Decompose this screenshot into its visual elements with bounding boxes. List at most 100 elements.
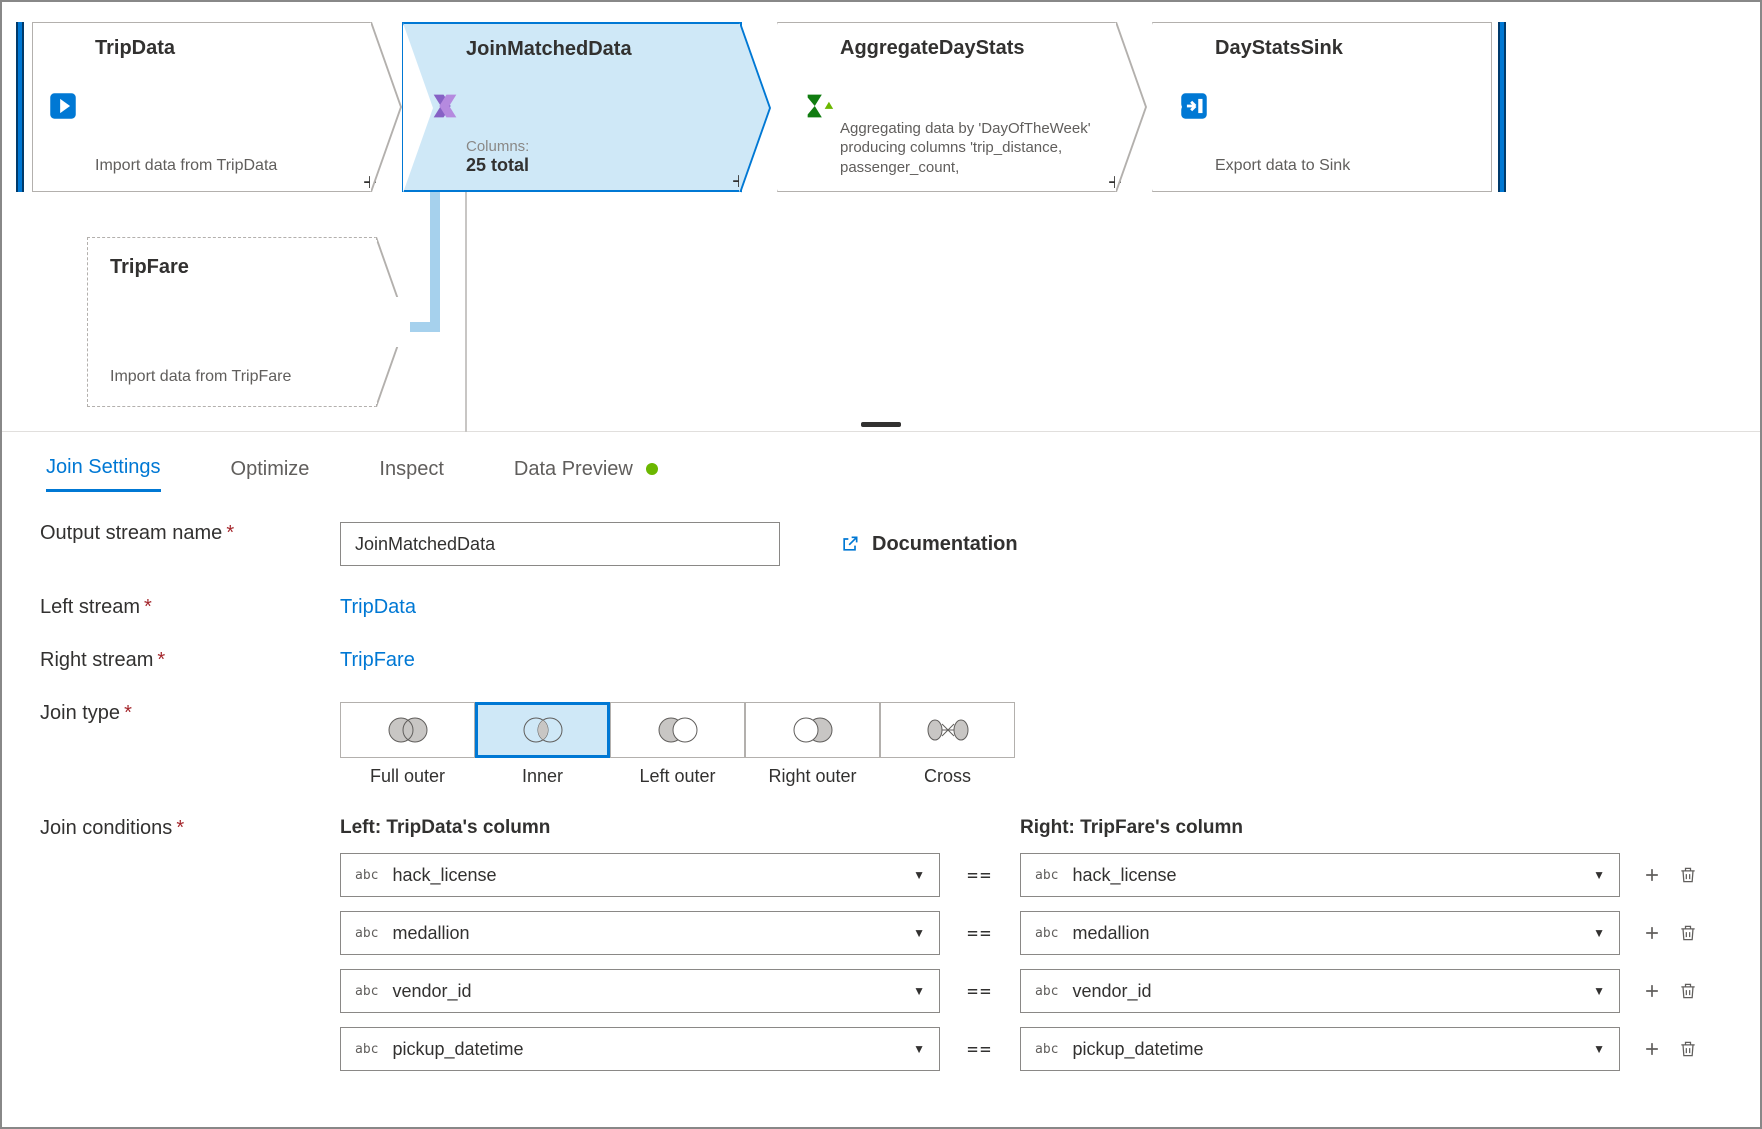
left-column-select[interactable]: abc hack_license▼ [340, 853, 940, 897]
external-link-icon [840, 534, 860, 554]
chevron-down-icon: ▼ [1593, 984, 1605, 998]
join-type-label: Join type* [40, 702, 340, 725]
join-type-label-text: Full outer [340, 766, 475, 787]
columns-label: Columns: [466, 138, 722, 155]
column-name: pickup_datetime [1072, 1039, 1593, 1060]
chevron-down-icon: ▼ [1593, 868, 1605, 882]
column-name: vendor_id [1072, 981, 1593, 1002]
right-stream-link[interactable]: TripFare [340, 649, 415, 671]
chevron-down-icon: ▼ [913, 984, 925, 998]
column-name: vendor_id [392, 981, 913, 1002]
type-chip: abc [1035, 1042, 1058, 1057]
join-icon [428, 89, 462, 126]
source-icon [46, 89, 80, 126]
node-desc: Export data to Sink [1215, 156, 1473, 177]
node-desc: Import data from TripFare [110, 367, 354, 388]
right-column-select[interactable]: abc vendor_id▼ [1020, 969, 1620, 1013]
end-handle[interactable] [1498, 22, 1506, 192]
chevron-down-icon: ▼ [913, 868, 925, 882]
status-dot-icon [646, 463, 658, 475]
right-column-select[interactable]: abc hack_license▼ [1020, 853, 1620, 897]
tab-label: Data Preview [514, 458, 633, 480]
type-chip: abc [355, 926, 378, 941]
trash-icon[interactable] [1678, 1039, 1698, 1059]
join-settings-form: Output stream name* Documentation Left s… [22, 492, 1740, 1085]
right-column-select[interactable]: abc pickup_datetime▼ [1020, 1027, 1620, 1071]
node-joinmatcheddata[interactable]: JoinMatchedData Columns: 25 total + [402, 22, 742, 192]
right-column-header: Right: TripFare's column [1020, 817, 1620, 839]
join-type-right-outer[interactable] [745, 702, 880, 758]
node-desc: Import data from TripData [95, 156, 353, 177]
venn-full-icon [383, 715, 433, 745]
node-title: TripData [95, 37, 353, 60]
panel-resize-handle[interactable] [861, 422, 901, 427]
type-chip: abc [1035, 926, 1058, 941]
node-title: JoinMatchedData [466, 38, 722, 61]
operator: == [940, 981, 1020, 1002]
join-type-label-text: Inner [475, 766, 610, 787]
right-stream-label: Right stream* [40, 649, 340, 672]
tab-data-preview[interactable]: Data Preview [514, 458, 659, 491]
venn-cross-icon [923, 715, 973, 745]
left-column-select[interactable]: abc medallion▼ [340, 911, 940, 955]
output-stream-label: Output stream name* [40, 522, 340, 545]
column-name: hack_license [392, 865, 913, 886]
add-icon[interactable] [1642, 865, 1662, 885]
tab-inspect[interactable]: Inspect [379, 458, 443, 491]
join-type-label-text: Left outer [610, 766, 745, 787]
venn-inner-icon [518, 715, 568, 745]
node-desc: Aggregating data by 'DayOfTheWeek' produ… [840, 119, 1098, 178]
join-condition-row: abcpickup_datetime▼==abcpickup_datetime▼ [340, 1027, 1722, 1071]
tab-join-settings[interactable]: Join Settings [46, 456, 161, 492]
type-chip: abc [1035, 868, 1058, 883]
join-type-inner[interactable] [475, 702, 610, 758]
join-type-label-text: Right outer [745, 766, 880, 787]
columns-value: 25 total [466, 155, 722, 176]
join-type-cross[interactable] [880, 702, 1015, 758]
aggregate-icon [802, 89, 836, 126]
panel-tabs: Join Settings Optimize Inspect Data Prev… [22, 432, 1740, 492]
join-type-group: Full outer Inner [340, 702, 1722, 787]
left-stream-link[interactable]: TripData [340, 596, 416, 618]
join-condition-row: abchack_license▼==abchack_license▼ [340, 853, 1722, 897]
operator: == [940, 865, 1020, 886]
join-condition-row: abcmedallion▼==abcmedallion▼ [340, 911, 1722, 955]
column-name: medallion [392, 923, 913, 944]
documentation-link[interactable]: Documentation [840, 533, 1018, 556]
join-type-left-outer[interactable] [610, 702, 745, 758]
node-tripdata[interactable]: TripData Import data from TripData + [32, 22, 372, 192]
node-daystatssink[interactable]: DayStatsSink Export data to Sink [1152, 22, 1492, 192]
left-column-select[interactable]: abcpickup_datetime▼ [340, 1027, 940, 1071]
venn-left-icon [653, 715, 703, 745]
dataflow-canvas: TripData Import data from TripData + Joi… [2, 2, 1760, 432]
chevron-down-icon: ▼ [1593, 926, 1605, 940]
chevron-down-icon: ▼ [913, 926, 925, 940]
type-chip: abc [355, 868, 378, 883]
left-column-select[interactable]: abcvendor_id▼ [340, 969, 940, 1013]
output-stream-input[interactable] [340, 522, 780, 566]
join-conditions-label: Join conditions* [40, 817, 340, 840]
node-title: DayStatsSink [1215, 37, 1473, 60]
start-handle[interactable] [16, 22, 24, 192]
trash-icon[interactable] [1678, 981, 1698, 1001]
details-panel: Join Settings Optimize Inspect Data Prev… [2, 432, 1760, 1085]
chevron-down-icon: ▼ [1593, 1042, 1605, 1056]
connector [430, 192, 440, 332]
type-chip: abc [1035, 984, 1058, 999]
right-column-select[interactable]: abcmedallion▼ [1020, 911, 1620, 955]
left-stream-label: Left stream* [40, 596, 340, 619]
node-aggregatedaystats[interactable]: AggregateDayStats Aggregating data by 'D… [777, 22, 1117, 192]
add-icon[interactable] [1642, 981, 1662, 1001]
chevron-down-icon: ▼ [913, 1042, 925, 1056]
node-title: TripFare [110, 256, 354, 279]
left-column-header: Left: TripData's column [340, 817, 940, 839]
column-name: hack_license [1072, 865, 1593, 886]
node-tripfare[interactable]: TripFare Import data from TripFare [87, 237, 377, 407]
trash-icon[interactable] [1678, 923, 1698, 943]
tab-optimize[interactable]: Optimize [231, 458, 310, 491]
join-type-full-outer[interactable] [340, 702, 475, 758]
add-icon[interactable] [1642, 923, 1662, 943]
trash-icon[interactable] [1678, 865, 1698, 885]
column-name: pickup_datetime [392, 1039, 913, 1060]
add-icon[interactable] [1642, 1039, 1662, 1059]
